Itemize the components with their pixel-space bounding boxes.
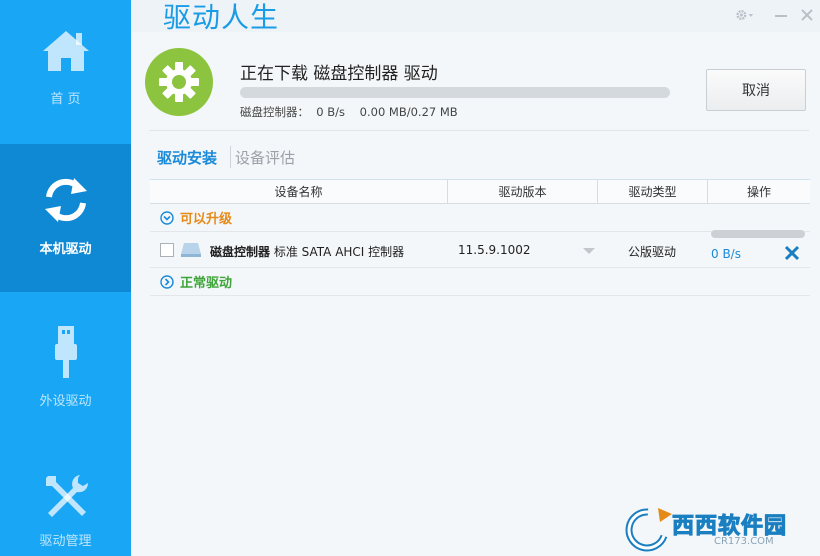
disk-controller-icon (181, 243, 201, 257)
tab-separator (230, 146, 232, 168)
chevron-right-icon (160, 274, 174, 289)
group-normal-drivers[interactable]: 正常驱动 (150, 268, 810, 296)
chevron-down-icon (160, 210, 174, 225)
group-upgradable[interactable]: 可以升级 (150, 204, 810, 232)
close-icon[interactable] (797, 5, 817, 25)
table-row: 磁盘控制器 标准 SATA AHCI 控制器 11.5.9.1002 公版驱动 … (150, 230, 810, 268)
download-progress-bar (240, 87, 670, 98)
row-progress-bar (711, 230, 805, 238)
column-header-action: 操作 (746, 185, 771, 199)
title-bar: 驱动人生 (131, 0, 820, 34)
sidebar-item-label: 外设驱动 (39, 394, 92, 409)
driver-type: 公版驱动 (628, 245, 677, 259)
sidebar: 首 页 本机驱动 外设驱动 驱动管理 (0, 0, 131, 556)
app-title: 驱动人生 (163, 1, 280, 34)
table-header: 设备名称 驱动版本 驱动类型 操作 (150, 179, 810, 204)
sidebar-item-home[interactable]: 首 页 (0, 0, 131, 140)
row-checkbox[interactable] (160, 243, 174, 257)
column-header-driver-version: 驱动版本 (448, 180, 598, 203)
refresh-icon (38, 172, 94, 228)
cancel-x-icon[interactable] (783, 244, 801, 262)
version-dropdown-arrow-icon[interactable] (583, 248, 595, 254)
sidebar-item-label: 本机驱动 (39, 242, 92, 257)
group-label: 可以升级 (180, 212, 233, 227)
cancel-button[interactable]: 取消 (706, 69, 806, 111)
sidebar-item-local-drivers[interactable]: 本机驱动 (0, 144, 131, 292)
device-category: 磁盘控制器 (210, 245, 271, 259)
tab-driver-install[interactable]: 驱动安装 (157, 147, 217, 168)
driver-version: 11.5.9.1002 (458, 243, 531, 257)
settings-gear-icon[interactable] (735, 5, 755, 25)
divider (149, 130, 809, 131)
row-download-speed: 0 B/s (711, 247, 741, 261)
driver-table: 设备名称 驱动版本 驱动类型 操作 可以升级 磁盘控制器 标准 SATA AHC… (150, 179, 810, 296)
sidebar-item-driver-management[interactable]: 驱动管理 (0, 446, 131, 556)
column-header-device-name: 设备名称 (150, 180, 448, 203)
home-icon (38, 22, 94, 78)
gear-icon (145, 48, 213, 116)
watermark-logo: 西西软件园 CR173.COM (618, 506, 814, 552)
sidebar-item-label: 驱动管理 (39, 534, 92, 549)
device-name: 磁盘控制器 标准 SATA AHCI 控制器 (210, 243, 404, 260)
device-model: 标准 SATA AHCI 控制器 (273, 245, 405, 259)
download-status-panel: 正在下载 磁盘控制器 驱动 磁盘控制器： 0 B/s 0.00 MB/0.27 … (131, 32, 820, 132)
download-stats: 磁盘控制器： 0 B/s 0.00 MB/0.27 MB (240, 105, 458, 119)
usb-icon (38, 324, 94, 380)
group-label: 正常驱动 (180, 276, 233, 291)
column-header-driver-type: 驱动类型 (598, 180, 708, 203)
minimize-icon[interactable] (771, 5, 791, 25)
sidebar-item-label: 首 页 (50, 92, 81, 107)
download-title: 正在下载 磁盘控制器 驱动 (240, 64, 438, 84)
tools-icon (38, 472, 94, 520)
tab-device-assessment[interactable]: 设备评估 (235, 147, 295, 168)
sidebar-item-peripheral-drivers[interactable]: 外设驱动 (0, 296, 131, 444)
tab-bar: 驱动安装 设备评估 (157, 144, 295, 170)
main-panel: 驱动人生 正在下载 磁盘控制器 驱动 磁盘控制器： 0 B/s 0.00 MB/… (131, 0, 820, 556)
watermark-swirl-icon (625, 508, 672, 552)
watermark-subtext: CR173.COM (714, 536, 774, 547)
